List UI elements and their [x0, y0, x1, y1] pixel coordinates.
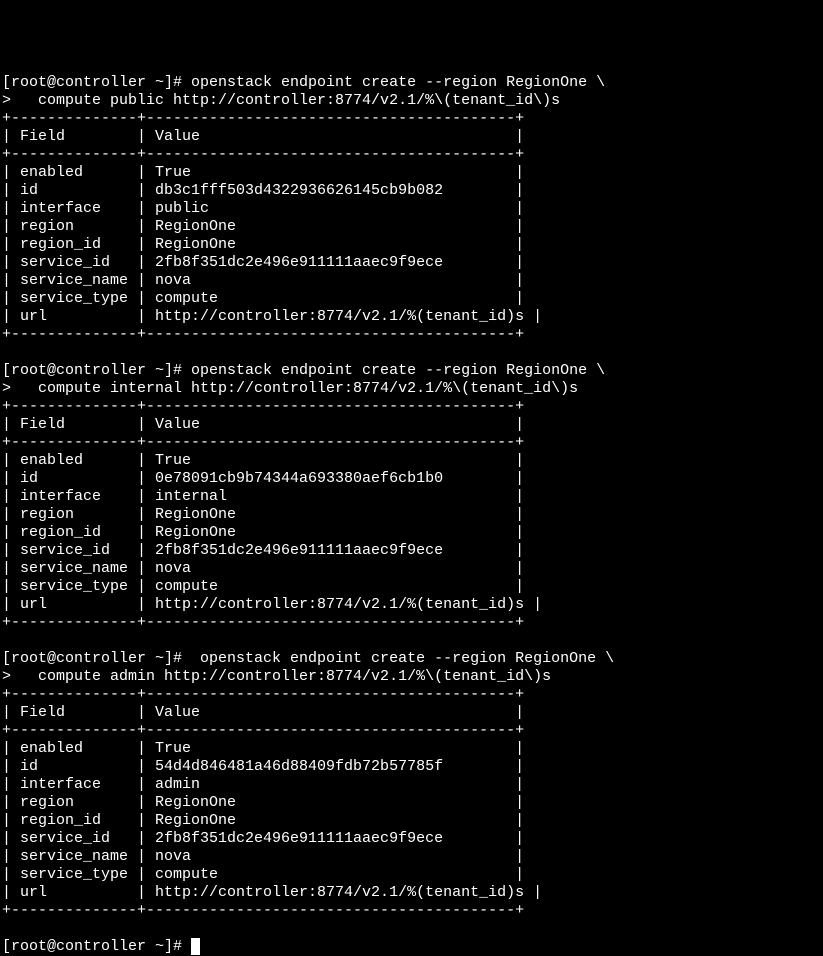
table3-row-service-type: | service_type | compute |	[2, 866, 524, 883]
table1-header: | Field | Value |	[2, 128, 524, 145]
cmd3-line2: > compute admin http://controller:8774/v…	[2, 668, 551, 685]
table1-row-region-id: | region_id | RegionOne |	[2, 236, 524, 253]
table1-row-service-type: | service_type | compute |	[2, 290, 524, 307]
table2-border-bot: +--------------+------------------------…	[2, 614, 524, 631]
table1-border-mid: +--------------+------------------------…	[2, 146, 524, 163]
table2-row-service-id: | service_id | 2fb8f351dc2e496e911111aae…	[2, 542, 524, 559]
table2-row-url: | url | http://controller:8774/v2.1/%(te…	[2, 596, 542, 613]
table1-row-service-name: | service_name | nova |	[2, 272, 524, 289]
table3-row-id: | id | 54d4d846481a46d88409fdb72b57785f …	[2, 758, 524, 775]
table1-border-bot: +--------------+------------------------…	[2, 326, 524, 343]
terminal-output: [root@controller ~]# openstack endpoint …	[2, 74, 614, 955]
table2-row-service-name: | service_name | nova |	[2, 560, 524, 577]
table3-header: | Field | Value |	[2, 704, 524, 721]
table2-header: | Field | Value |	[2, 416, 524, 433]
cmd1-line2: > compute public http://controller:8774/…	[2, 92, 560, 109]
table1-border-top: +--------------+------------------------…	[2, 110, 524, 127]
table3-border-top: +--------------+------------------------…	[2, 686, 524, 703]
table3-row-service-name: | service_name | nova |	[2, 848, 524, 865]
table3-row-region-id: | region_id | RegionOne |	[2, 812, 524, 829]
table2-border-top: +--------------+------------------------…	[2, 398, 524, 415]
shell-prompt[interactable]: [root@controller ~]#	[2, 938, 191, 955]
cursor-icon	[191, 938, 200, 955]
table3-row-interface: | interface | admin |	[2, 776, 524, 793]
table3-border-bot: +--------------+------------------------…	[2, 902, 524, 919]
cmd3-line1: [root@controller ~]# openstack endpoint …	[2, 650, 614, 667]
table2-border-mid: +--------------+------------------------…	[2, 434, 524, 451]
table3-row-service-id: | service_id | 2fb8f351dc2e496e911111aae…	[2, 830, 524, 847]
table2-row-interface: | interface | internal |	[2, 488, 524, 505]
table2-row-region-id: | region_id | RegionOne |	[2, 524, 524, 541]
table3-row-enabled: | enabled | True |	[2, 740, 524, 757]
table2-row-id: | id | 0e78091cb9b74344a693380aef6cb1b0 …	[2, 470, 524, 487]
table3-border-mid: +--------------+------------------------…	[2, 722, 524, 739]
table3-row-url: | url | http://controller:8774/v2.1/%(te…	[2, 884, 542, 901]
table2-row-enabled: | enabled | True |	[2, 452, 524, 469]
cmd2-line2: > compute internal http://controller:877…	[2, 380, 578, 397]
cmd1-line1: [root@controller ~]# openstack endpoint …	[2, 74, 605, 91]
table1-row-service-id: | service_id | 2fb8f351dc2e496e911111aae…	[2, 254, 524, 271]
table1-row-region: | region | RegionOne |	[2, 218, 524, 235]
table1-row-id: | id | db3c1fff503d4322936626145cb9b082 …	[2, 182, 524, 199]
table1-row-url: | url | http://controller:8774/v2.1/%(te…	[2, 308, 542, 325]
table2-row-region: | region | RegionOne |	[2, 506, 524, 523]
table1-row-enabled: | enabled | True |	[2, 164, 524, 181]
table1-row-interface: | interface | public |	[2, 200, 524, 217]
table2-row-service-type: | service_type | compute |	[2, 578, 524, 595]
table3-row-region: | region | RegionOne |	[2, 794, 524, 811]
cmd2-line1: [root@controller ~]# openstack endpoint …	[2, 362, 605, 379]
